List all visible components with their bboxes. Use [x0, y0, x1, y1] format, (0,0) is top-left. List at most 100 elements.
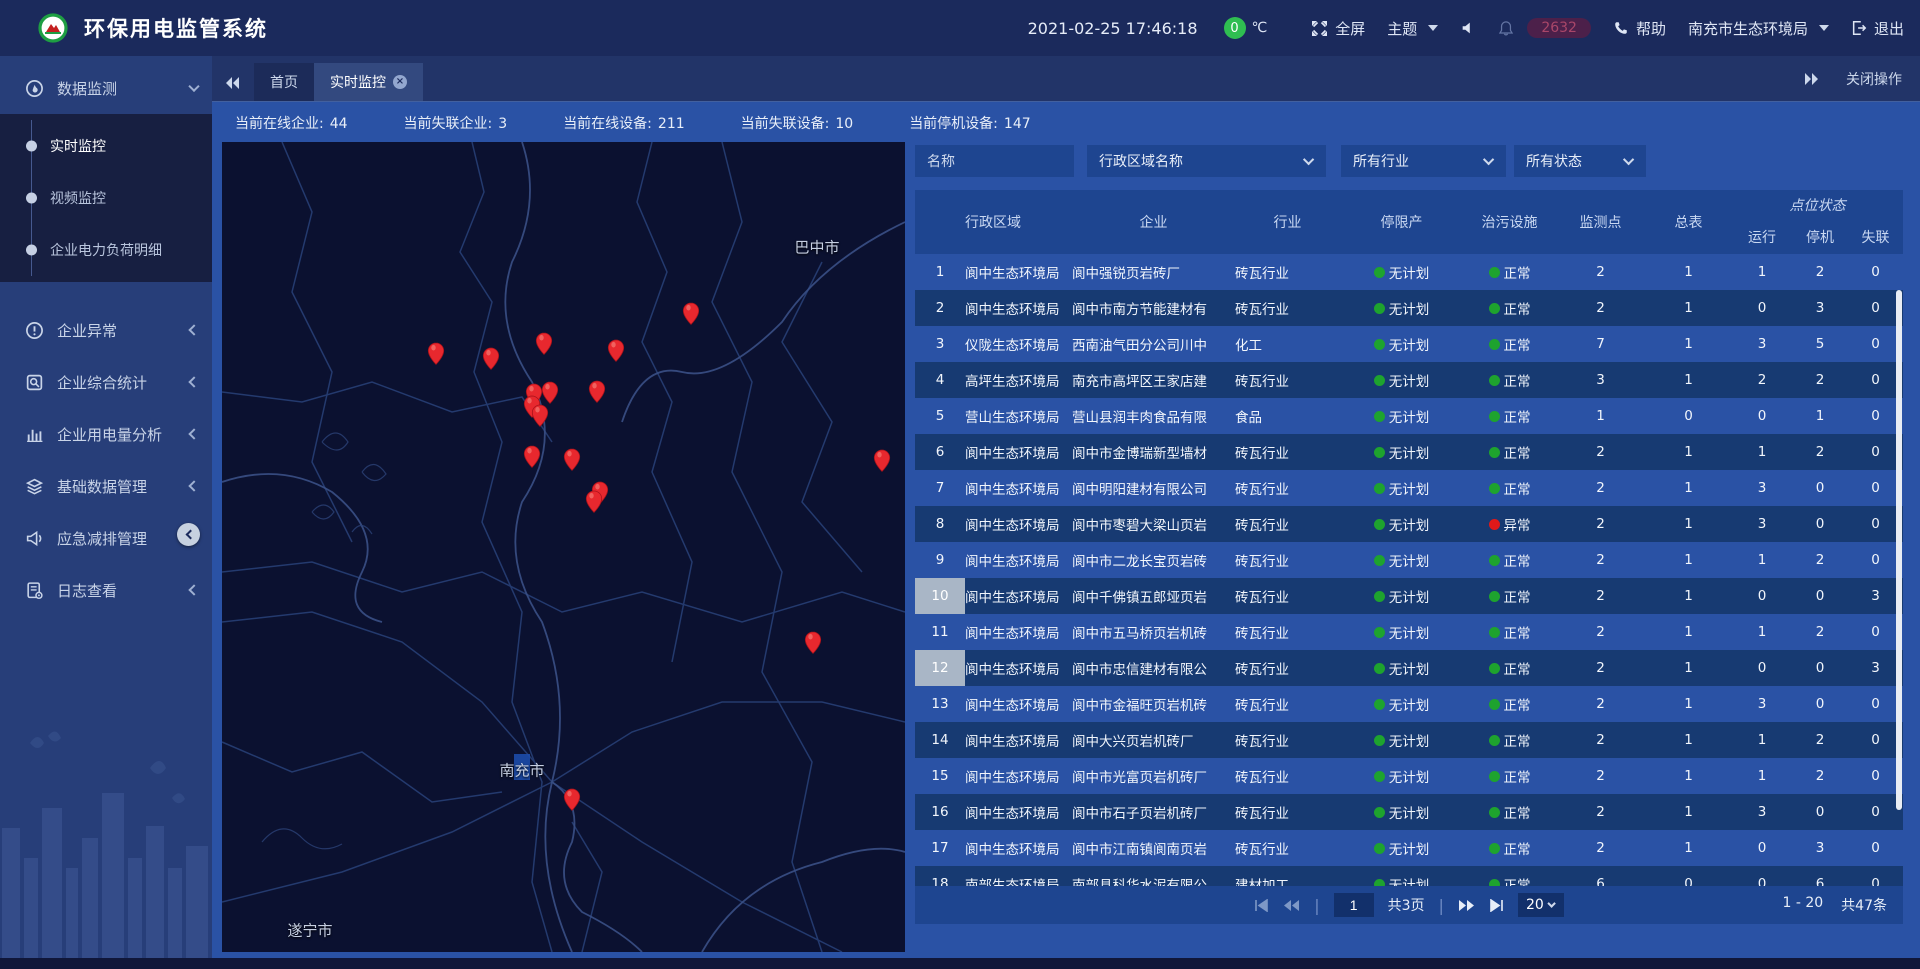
table-row[interactable]: 5 营山生态环境局 营山县润丰肉食品有限 食品 无计划 正常 1 — [915, 398, 1903, 434]
table-row[interactable]: 13 阆中生态环境局 阆中市金福旺页岩机砖 砖瓦行业 无计划 正常 2 — [915, 686, 1903, 722]
table-scrollbar[interactable] — [1896, 290, 1902, 810]
table-row[interactable]: 9 阆中生态环境局 阆中市二龙长宝页岩砖 砖瓦行业 无计划 正常 2 — [915, 542, 1903, 578]
notification-button[interactable]: 2632 — [1498, 18, 1591, 38]
sidebar-item-video-monitoring[interactable]: 视频监控 — [0, 172, 212, 224]
table-row[interactable]: 1 阆中生态环境局 阆中强锐页岩砖厂 砖瓦行业 无计划 正常 2 — [915, 254, 1903, 290]
row-company: 阆中市枣碧大梁山页岩 — [1072, 514, 1235, 534]
mute-button[interactable] — [1460, 20, 1476, 36]
sidebar-submenu: 实时监控 视频监控 企业电力负荷明细 — [0, 114, 212, 282]
table-row[interactable]: 3 仪陇生态环境局 西南油气田分公司川中 化工 无计划 正常 7 — [915, 326, 1903, 362]
next-page-button[interactable] — [1458, 899, 1475, 912]
sidebar-item-enterprise-anomaly[interactable]: 企业异常 — [0, 304, 212, 356]
row-lost-count: 0 — [1848, 768, 1903, 784]
sidebar-item-realtime-monitoring[interactable]: 实时监控 — [0, 120, 212, 172]
map-pin-icon[interactable] — [532, 404, 549, 427]
table-row[interactable]: 10 阆中生态环境局 阆中千佛镇五郎垭页岩 砖瓦行业 无计划 正常 2 — [915, 578, 1903, 614]
row-running-count: 0 — [1732, 840, 1792, 856]
map-pin-icon[interactable] — [564, 448, 581, 471]
row-monitor-count: 2 — [1556, 768, 1645, 784]
map-pin-icon[interactable] — [483, 347, 500, 370]
map-pin-icon[interactable] — [524, 445, 541, 468]
map-panel[interactable]: 巴中市南充市遂宁市 — [222, 142, 905, 952]
tabs-scroll-right-button[interactable] — [1804, 72, 1820, 86]
first-page-button[interactable] — [1254, 899, 1269, 912]
table-row[interactable]: 11 阆中生态环境局 阆中市五马桥页岩机砖 砖瓦行业 无计划 正常 2 — [915, 614, 1903, 650]
theme-dropdown[interactable]: 主题 — [1387, 18, 1438, 39]
row-stopped-count: 3 — [1792, 300, 1848, 316]
row-stopped-count: 2 — [1792, 552, 1848, 568]
last-page-button[interactable] — [1489, 899, 1504, 912]
logout-button[interactable]: 退出 — [1851, 18, 1904, 39]
map-pin-icon[interactable] — [536, 332, 553, 355]
sidebar-item-power-load-detail[interactable]: 企业电力负荷明细 — [0, 224, 212, 276]
sidebar-item-power-analysis[interactable]: 企业用电量分析 — [0, 408, 212, 460]
map-pin-icon[interactable] — [805, 631, 822, 654]
stat-stopped-devices: 当前停机设备:147 — [909, 113, 1030, 133]
sidebar-item-base-data[interactable]: 基础数据管理 — [0, 460, 212, 512]
tab-home[interactable]: 首页 — [254, 63, 314, 101]
sidebar-item-enterprise-statistics[interactable]: 企业综合统计 — [0, 356, 212, 408]
prev-page-button[interactable] — [1283, 899, 1300, 912]
row-stopped-count: 0 — [1792, 696, 1848, 712]
map-pin-icon[interactable] — [874, 449, 891, 472]
org-dropdown[interactable]: 南充市生态环境局 — [1688, 18, 1829, 39]
table-row[interactable]: 18 南部生态环境局 南部县科华水泥有限公 建材加工 无计划 正常 6 — [915, 866, 1903, 886]
row-company: 阆中大兴页岩机砖厂 — [1072, 730, 1235, 750]
table-row[interactable]: 7 阆中生态环境局 阆中明阳建材有限公司 砖瓦行业 无计划 正常 2 — [915, 470, 1903, 506]
table-row[interactable]: 15 阆中生态环境局 阆中市光富页岩机砖厂 砖瓦行业 无计划 正常 2 — [915, 758, 1903, 794]
record-total-label: 共47条 — [1841, 895, 1887, 915]
double-chevron-right-icon — [1458, 899, 1475, 912]
row-region: 阆中生态环境局 — [965, 838, 1072, 858]
table-row[interactable]: 12 阆中生态环境局 阆中市忠信建材有限公 砖瓦行业 无计划 正常 2 — [915, 650, 1903, 686]
row-region: 阆中生态环境局 — [965, 622, 1072, 642]
tab-close-icon[interactable]: × — [393, 75, 407, 89]
sidebar-collapse-button[interactable] — [177, 523, 200, 546]
row-total-meter: 1 — [1645, 336, 1732, 352]
industry-select[interactable]: 所有行业 — [1341, 145, 1506, 177]
help-button[interactable]: 帮助 — [1613, 18, 1666, 39]
row-facility-status: 正常 — [1463, 550, 1556, 570]
table-row[interactable]: 2 阆中生态环境局 阆中市南方节能建材有 砖瓦行业 无计划 正常 2 — [915, 290, 1903, 326]
sidebar-item-log-view[interactable]: 日志查看 — [0, 564, 212, 616]
row-running-count: 2 — [1732, 372, 1792, 388]
bell-icon — [1498, 20, 1514, 37]
row-monitor-count: 2 — [1556, 480, 1645, 496]
map-pin-icon[interactable] — [589, 380, 606, 403]
status-dot-icon — [1489, 843, 1500, 854]
name-search-input[interactable] — [915, 145, 1074, 177]
tabs-scroll-left-button[interactable] — [218, 65, 248, 101]
close-operations-button[interactable]: 关闭操作 — [1846, 69, 1902, 89]
status-dot-icon — [1374, 879, 1385, 887]
table-row[interactable]: 4 高坪生态环境局 南充市高坪区王家店建 砖瓦行业 无计划 正常 3 — [915, 362, 1903, 398]
map-pin-icon[interactable] — [542, 381, 559, 404]
fullscreen-button[interactable]: 全屏 — [1311, 18, 1365, 39]
table-row[interactable]: 6 阆中生态环境局 阆中市金博瑞新型墙材 砖瓦行业 无计划 正常 2 — [915, 434, 1903, 470]
tab-realtime-monitoring[interactable]: 实时监控 × — [314, 63, 423, 101]
last-page-icon — [1489, 899, 1504, 912]
page-size-select[interactable]: 20 — [1518, 893, 1564, 917]
row-company: 西南油气田分公司川中 — [1072, 334, 1235, 354]
row-monitor-count: 2 — [1556, 444, 1645, 460]
map-pin-icon[interactable] — [683, 302, 700, 325]
table-row[interactable]: 16 阆中生态环境局 阆中市石子页岩机砖厂 砖瓦行业 无计划 正常 2 — [915, 794, 1903, 830]
row-total-meter: 1 — [1645, 624, 1732, 640]
row-running-count: 1 — [1732, 732, 1792, 748]
row-facility-status: 异常 — [1463, 514, 1556, 534]
page-number-input[interactable] — [1334, 893, 1374, 917]
map-pin-icon[interactable] — [564, 788, 581, 811]
status-select[interactable]: 所有状态 — [1514, 145, 1646, 177]
map-pin-icon[interactable] — [608, 339, 625, 362]
table-row[interactable]: 8 阆中生态环境局 阆中市枣碧大梁山页岩 砖瓦行业 无计划 异常 2 — [915, 506, 1903, 542]
row-company: 阆中市南方节能建材有 — [1072, 298, 1235, 318]
bullet-icon — [26, 141, 37, 152]
row-number: 11 — [915, 614, 965, 650]
map-pin-icon[interactable] — [586, 490, 603, 513]
row-lost-count: 0 — [1848, 444, 1903, 460]
row-monitor-count: 2 — [1556, 840, 1645, 856]
map-pin-icon[interactable] — [428, 342, 445, 365]
table-row[interactable]: 14 阆中生态环境局 阆中大兴页岩机砖厂 砖瓦行业 无计划 正常 2 — [915, 722, 1903, 758]
table-row[interactable]: 17 阆中生态环境局 阆中市江南镇阆南页岩 砖瓦行业 无计划 正常 2 — [915, 830, 1903, 866]
sidebar-item-data-monitoring[interactable]: 数据监测 — [0, 62, 212, 114]
row-monitor-count: 2 — [1556, 660, 1645, 676]
region-select[interactable]: 行政区域名称 — [1087, 145, 1326, 177]
